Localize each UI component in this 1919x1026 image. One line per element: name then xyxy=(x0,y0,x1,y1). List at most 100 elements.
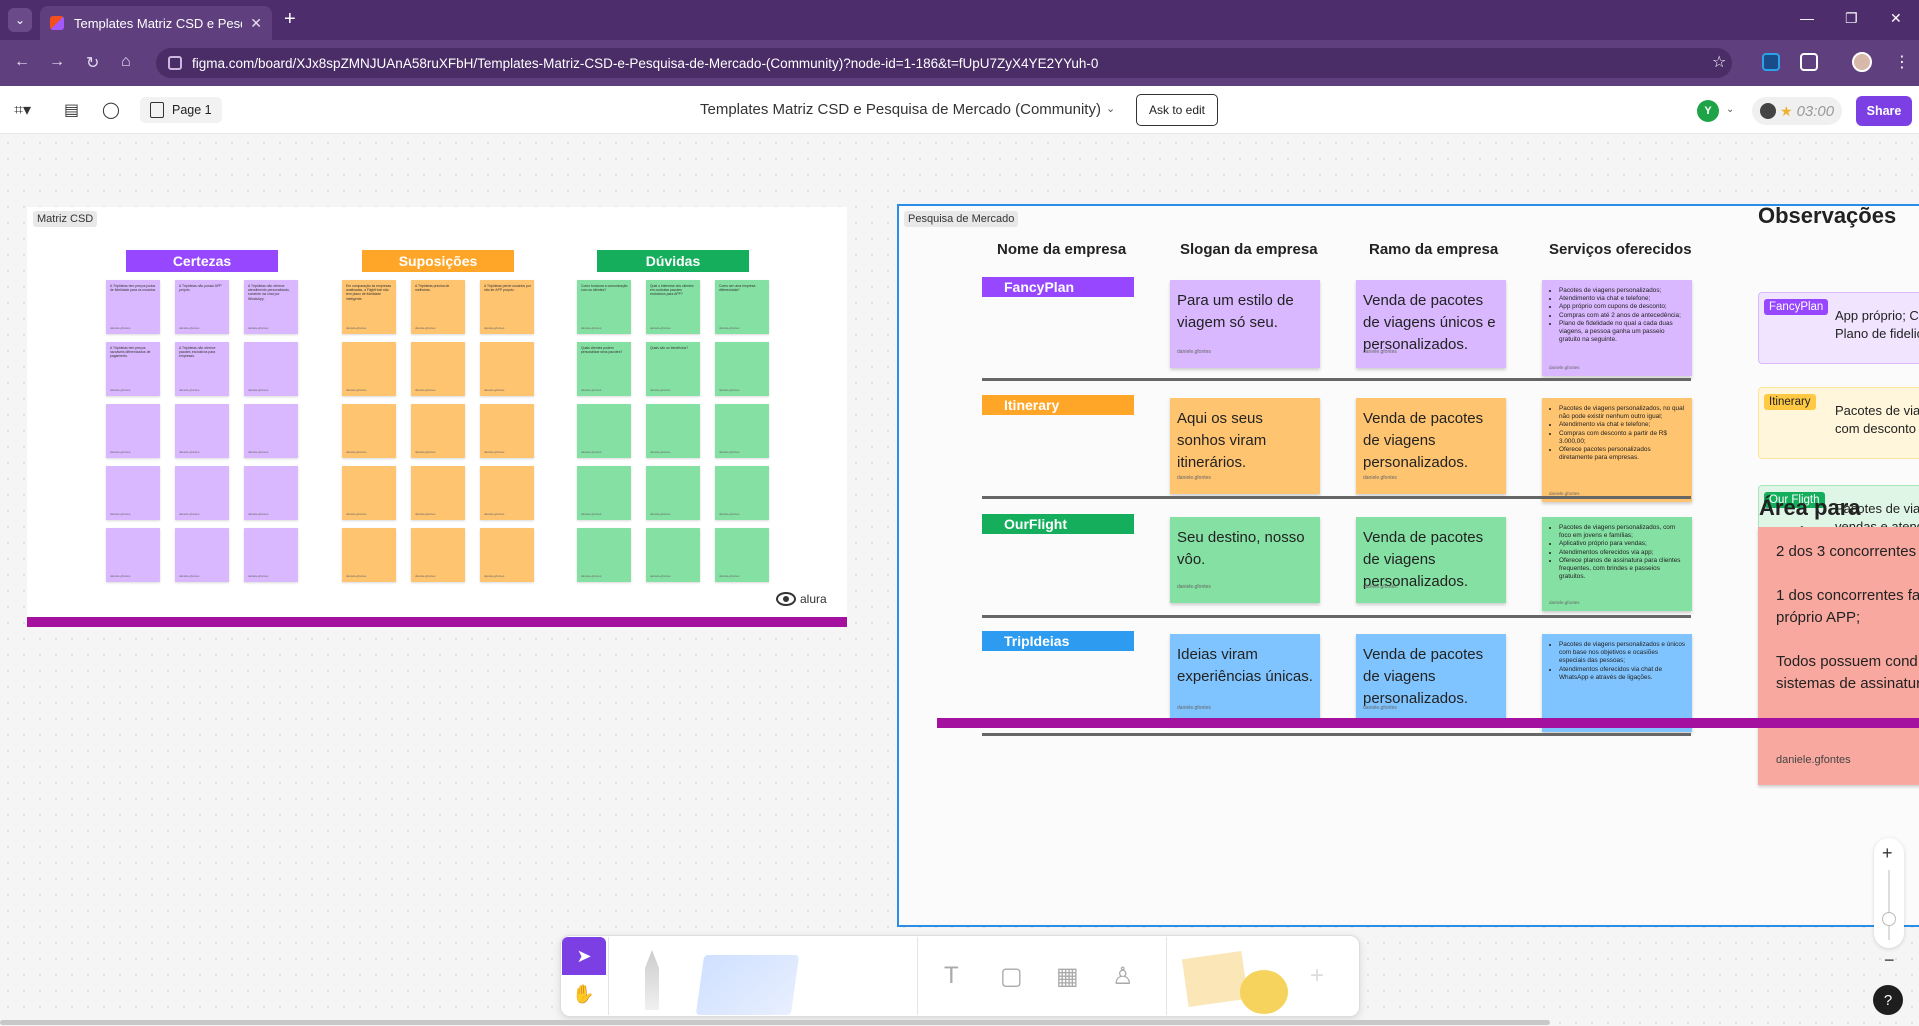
matriz-sticky-note[interactable]: daniele.gfontes xyxy=(342,466,396,520)
observacao-card[interactable]: FancyPlan App próprio; C Plano de fidelic xyxy=(1758,292,1919,364)
company-tag[interactable]: TripIdeias xyxy=(982,631,1134,651)
bookmark-star-icon[interactable]: ☆ xyxy=(1712,52,1726,72)
matriz-sticky-note[interactable]: A TripIdeias tem preços razoáveis difere… xyxy=(106,342,160,396)
help-button[interactable]: ? xyxy=(1873,985,1903,1015)
move-tool-cursor-icon[interactable]: ➤ xyxy=(562,937,606,975)
user-avatar[interactable]: Y xyxy=(1697,100,1719,122)
servicos-sticky[interactable]: Pacotes de viagens personalizados, no qu… xyxy=(1542,398,1692,502)
matriz-sticky-note[interactable]: daniele.gfontes xyxy=(411,342,465,396)
matriz-sticky-note[interactable]: daniele.gfontes xyxy=(411,404,465,458)
stamp-tool-icon[interactable]: ♙ xyxy=(1112,962,1134,991)
matriz-header-0[interactable]: Certezas xyxy=(126,250,278,272)
company-tag[interactable]: OurFlight xyxy=(982,514,1134,534)
matriz-sticky-note[interactable]: Quais são os benefícios? daniele.gfontes xyxy=(646,342,700,396)
section-tool-icon[interactable]: ▢ xyxy=(1000,962,1023,991)
matriz-sticky-note[interactable]: daniele.gfontes xyxy=(480,404,534,458)
widgets-tool-icon[interactable] xyxy=(1240,970,1288,1014)
close-window-icon[interactable]: ✕ xyxy=(1890,10,1902,27)
observacao-card[interactable]: Itinerary Pacotes de viag com desconto a xyxy=(1758,387,1919,459)
sticky-stack-tool-icon[interactable] xyxy=(695,955,800,1015)
tab-close-icon[interactable]: ✕ xyxy=(250,15,262,32)
tab-list-chevron-icon[interactable]: ⌄ xyxy=(8,8,32,32)
url-field[interactable]: figma.com/board/XJx8spZMNJUAnA58ruXFbH/T… xyxy=(156,48,1732,78)
matriz-sticky-note[interactable]: daniele.gfontes xyxy=(411,528,465,582)
matriz-sticky-note[interactable]: daniele.gfontes xyxy=(342,528,396,582)
comment-icon[interactable]: ◯ xyxy=(102,100,120,120)
matriz-sticky-note[interactable]: daniele.gfontes xyxy=(715,528,769,582)
matriz-sticky-note[interactable]: daniele.gfontes xyxy=(342,404,396,458)
text-tool-icon[interactable]: T xyxy=(944,962,959,990)
matriz-sticky-note[interactable]: A TripIdeias perde usuários por não ter … xyxy=(480,280,534,334)
slogan-sticky[interactable]: Seu destino, nosso vôo. daniele.gfontes xyxy=(1170,517,1320,603)
browser-menu-icon[interactable]: ⋮ xyxy=(1894,52,1910,72)
back-icon[interactable]: ← xyxy=(14,53,30,71)
share-button[interactable]: Share xyxy=(1856,96,1912,126)
matriz-sticky-note[interactable]: daniele.gfontes xyxy=(577,404,631,458)
matriz-sticky-note[interactable]: daniele.gfontes xyxy=(646,404,700,458)
ramo-sticky[interactable]: Venda de pacotes de viagens únicos e per… xyxy=(1356,280,1506,368)
minimize-icon[interactable]: — xyxy=(1800,10,1814,26)
zoom-in-icon[interactable]: + xyxy=(1882,843,1893,864)
matriz-sticky-note[interactable]: daniele.gfontes xyxy=(244,342,298,396)
ramo-sticky[interactable]: Venda de pacotes de viagens personalizad… xyxy=(1356,517,1506,603)
matriz-sticky-note[interactable]: daniele.gfontes xyxy=(175,404,229,458)
matriz-sticky-note[interactable]: daniele.gfontes xyxy=(342,342,396,396)
forward-icon[interactable]: → xyxy=(49,53,65,71)
matriz-sticky-note[interactable]: daniele.gfontes xyxy=(646,466,700,520)
zoom-out-icon[interactable]: − xyxy=(1884,950,1895,971)
matriz-sticky-note[interactable]: Qual o interesse dos clientes em contrat… xyxy=(646,280,700,334)
matriz-sticky-note[interactable]: daniele.gfontes xyxy=(577,528,631,582)
matriz-sticky-note[interactable]: daniele.gfontes xyxy=(715,404,769,458)
ramo-sticky[interactable]: Venda de pacotes de viagens personalizad… xyxy=(1356,398,1506,494)
slogan-sticky[interactable]: Ideias viram experiências únicas. daniele… xyxy=(1170,634,1320,724)
matriz-sticky-note[interactable]: daniele.gfontes xyxy=(244,404,298,458)
new-tab-button[interactable]: + xyxy=(284,9,296,29)
matriz-sticky-note[interactable]: daniele.gfontes xyxy=(106,404,160,458)
layout-panel-icon[interactable]: ▤ xyxy=(64,100,79,120)
matriz-sticky-note[interactable]: daniele.gfontes xyxy=(480,466,534,520)
matriz-sticky-note[interactable]: daniele.gfontes xyxy=(480,528,534,582)
templates-tool-icon[interactable] xyxy=(1181,951,1249,1007)
matriz-sticky-note[interactable]: A TripIdeias precisa de melhorias. daniel… xyxy=(411,280,465,334)
horizontal-scrollbar[interactable] xyxy=(0,1020,1550,1025)
servicos-sticky[interactable]: Pacotes de viagens personalizados;Atendi… xyxy=(1542,280,1692,376)
page-selector[interactable]: Page 1 xyxy=(140,97,222,123)
matriz-sticky-note[interactable]: daniele.gfontes xyxy=(577,466,631,520)
matriz-sticky-note[interactable]: daniele.gfontes xyxy=(175,466,229,520)
matriz-sticky-note[interactable]: daniele.gfontes xyxy=(646,528,700,582)
home-icon[interactable]: ⌂ xyxy=(121,53,131,71)
figma-main-menu-icon[interactable]: ⌗▾ xyxy=(14,100,31,120)
profile-avatar[interactable] xyxy=(1852,52,1872,72)
ramo-sticky[interactable]: Venda de pacotes de viagens personalizad… xyxy=(1356,634,1506,724)
figjam-canvas[interactable]: Matriz CSD Certezas A TripIdeias tem preç… xyxy=(0,135,1919,1026)
matriz-sticky-note[interactable]: daniele.gfontes xyxy=(244,466,298,520)
zoom-slider-track[interactable] xyxy=(1888,870,1890,940)
matriz-sticky-note[interactable]: daniele.gfontes xyxy=(715,466,769,520)
browser-tab[interactable]: Templates Matriz CSD e Pesquisa ✕ xyxy=(40,6,272,40)
matriz-sticky-note[interactable]: A TripIdeias não oferece pacotes exclusi… xyxy=(175,342,229,396)
matriz-sticky-note[interactable]: daniele.gfontes xyxy=(106,466,160,520)
slogan-sticky[interactable]: Aqui os seus sonhos viram itinerários. da… xyxy=(1170,398,1320,494)
document-title[interactable]: Templates Matriz CSD e Pesquisa de Merca… xyxy=(700,101,1101,118)
matriz-sticky-note[interactable]: A TripIdeias não oferece atendimento per… xyxy=(244,280,298,334)
company-tag[interactable]: Itinerary xyxy=(982,395,1134,415)
restore-icon[interactable]: ❐ xyxy=(1845,10,1858,27)
avatar-chevron-down-icon[interactable]: ⌄ xyxy=(1726,104,1734,115)
pesquisa-mercado-label[interactable]: Pesquisa de Mercado xyxy=(904,211,1019,227)
reload-icon[interactable]: ↻ xyxy=(86,53,99,73)
anotacoes-sticky[interactable]: 2 dos 3 concorrentes 1 dos concorrentes … xyxy=(1758,527,1919,785)
matriz-sticky-note[interactable]: A TripIdeias tem preços justos de fideli… xyxy=(106,280,160,334)
matriz-sticky-note[interactable]: Em comparação às empresas analisadas, a … xyxy=(342,280,396,334)
title-chevron-down-icon[interactable]: ⌄ xyxy=(1106,102,1115,115)
slogan-sticky[interactable]: Para um estilo de viagem só seu. daniele.… xyxy=(1170,280,1320,368)
matriz-sticky-note[interactable]: daniele.gfontes xyxy=(480,342,534,396)
company-tag[interactable]: FancyPlan xyxy=(982,277,1134,297)
extensions-puzzle-icon[interactable] xyxy=(1800,53,1818,71)
matriz-sticky-note[interactable]: daniele.gfontes xyxy=(106,528,160,582)
matriz-sticky-note[interactable]: daniele.gfontes xyxy=(175,528,229,582)
table-tool-icon[interactable]: ▦ xyxy=(1056,962,1079,991)
matriz-sticky-note[interactable]: daniele.gfontes xyxy=(411,466,465,520)
matriz-csd-label[interactable]: Matriz CSD xyxy=(33,211,98,227)
servicos-sticky[interactable]: Pacotes de viagens personalizados, com f… xyxy=(1542,517,1692,611)
more-tools-plus-icon[interactable]: + xyxy=(1310,962,1324,990)
